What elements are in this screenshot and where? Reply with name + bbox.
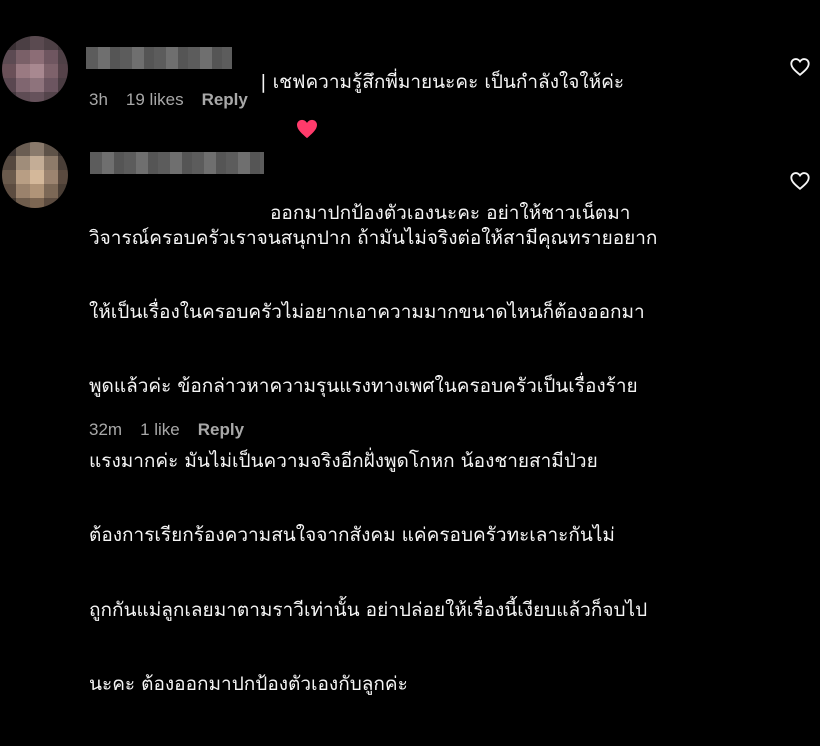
like-heart-icon[interactable] [789, 170, 811, 192]
avatar[interactable] [2, 36, 68, 102]
comment-line: นะคะ ต้องออกมาปกป้องตัวเองกับลูกค่ะ [89, 672, 408, 695]
timestamp[interactable]: 3h [89, 90, 108, 110]
username-redacted[interactable] [90, 152, 264, 174]
comment-1: | เชฟความรู้สึกพี่มายนะคะ เป็นกำลังใจให้… [0, 0, 820, 139]
username-redacted[interactable] [86, 47, 232, 69]
likes-count[interactable]: 19 likes [126, 90, 184, 110]
like-heart-icon[interactable] [789, 56, 811, 78]
comment-2: ออกมาปกป้องตัวเองนะคะ อย่าให้ชาวเน็ตมา ว… [0, 130, 820, 695]
reply-button[interactable]: Reply [198, 420, 244, 440]
comment-line: ถูกกันแม่ลูกเลยมาตามราวีเท่านั้น อย่าปล่… [89, 598, 648, 621]
comment-meta: 3h 19 likes Reply [89, 90, 248, 110]
avatar[interactable] [2, 142, 68, 208]
comment-text-body: วิจารณ์ครอบครัวเราจนสนุกปาก ถ้ามันไม่จริ… [89, 176, 657, 746]
likes-count[interactable]: 1 like [140, 420, 180, 440]
comment-line: ให้เป็นเรื่องในครอบครัวไม่อยากเอาความมาก… [89, 300, 645, 323]
comment-line: พูดแล้วค่ะ ข้อกล่าวหาความรุนแรงทางเพศในค… [89, 375, 638, 398]
reply-button[interactable]: Reply [202, 90, 248, 110]
timestamp[interactable]: 32m [89, 420, 122, 440]
comment-line: แรงมากค่ะ มันไม่เป็นความจริงอีกฝั่งพูดโก… [89, 449, 598, 472]
comment-meta: 32m 1 like Reply [89, 420, 244, 440]
comment-line: วิจารณ์ครอบครัวเราจนสนุกปาก ถ้ามันไม่จริ… [89, 226, 658, 249]
comment-line: ต้องการเรียกร้องความสนใจจากสังคม แค่ครอบ… [89, 524, 615, 547]
